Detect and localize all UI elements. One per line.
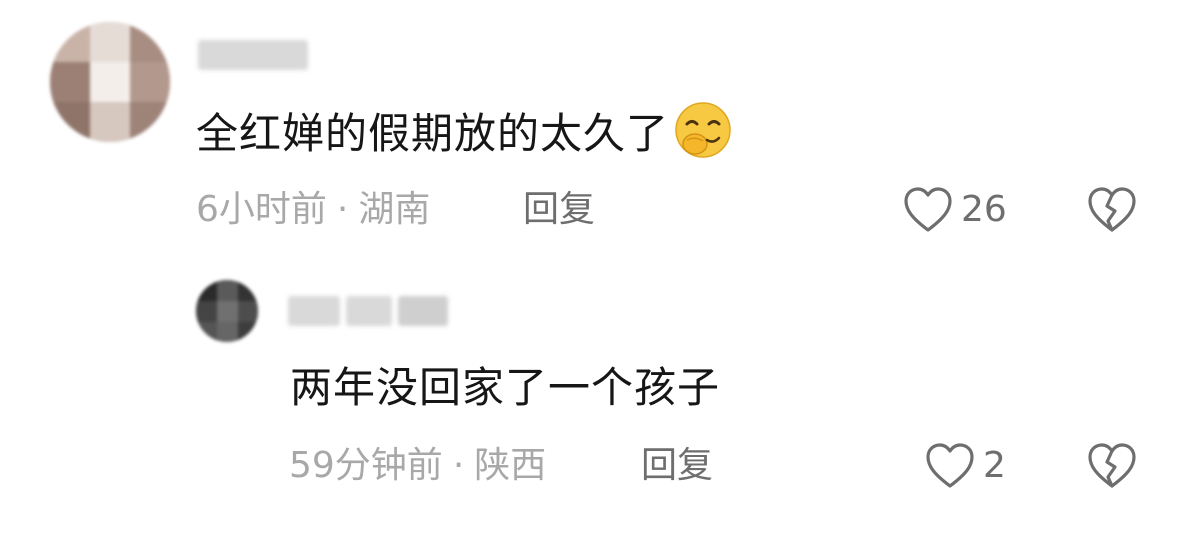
comment-location: 陕西 [474, 445, 547, 486]
broken-heart-icon [1088, 187, 1136, 232]
username-blurred[interactable] [198, 40, 308, 70]
avatar[interactable] [196, 280, 258, 342]
broken-heart-icon [1088, 443, 1136, 488]
heart-outline-icon [926, 443, 974, 488]
like-count: 26 [961, 189, 1007, 230]
comment-location: 湖南 [358, 189, 431, 230]
comment-time: 59分钟前 [289, 445, 443, 486]
heart-outline-icon [904, 187, 952, 232]
comment-text-body: 全红婵的假期放的太久了 [196, 109, 670, 158]
comment-time: 6小时前 [196, 189, 327, 230]
reply-comment-item: 两年没回家了一个孩子 59分钟前 · 陕西 回复 2 [0, 270, 1200, 537]
reply-button[interactable]: 回复 [523, 186, 595, 234]
comment-meta: 59分钟前 · 陕西 [289, 442, 546, 490]
comment-item: 全红婵的假期放的太久了 6小时前 · 湖南 回复 26 [0, 0, 1200, 250]
avatar[interactable] [50, 22, 170, 142]
meta-separator: · [336, 189, 349, 230]
comment-meta: 6小时前 · 湖南 [196, 186, 430, 234]
meta-separator: · [452, 445, 465, 486]
like-button[interactable]: 26 [903, 186, 1007, 234]
dislike-button[interactable] [1087, 186, 1137, 234]
comment-text-body: 两年没回家了一个孩子 [290, 363, 721, 412]
smirk-hand-emoji-icon [675, 102, 731, 158]
reply-button[interactable]: 回复 [641, 442, 713, 490]
comment-text: 两年没回家了一个孩子 [290, 360, 720, 416]
like-count: 2 [983, 445, 1006, 486]
username-blurred[interactable] [288, 296, 448, 326]
like-button[interactable]: 2 [925, 442, 1006, 490]
dislike-button[interactable] [1087, 442, 1137, 490]
comment-text: 全红婵的假期放的太久了 [196, 100, 733, 162]
